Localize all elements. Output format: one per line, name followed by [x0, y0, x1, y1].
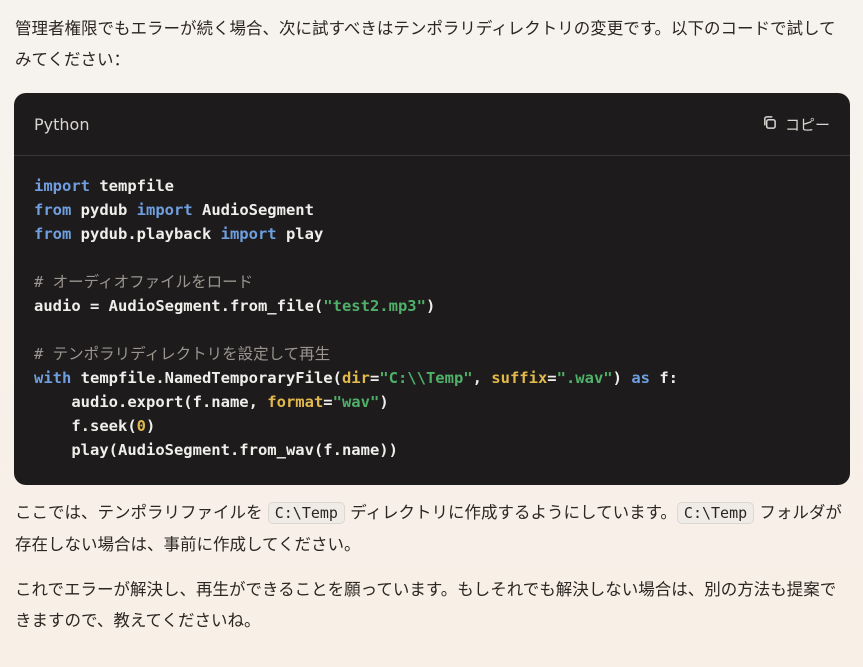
code-token: import — [34, 177, 90, 195]
code-token: tempfile.NamedTemporaryFile( — [71, 369, 342, 387]
code-token: ) — [425, 297, 436, 315]
code-line: # オーディオファイルをロード — [34, 270, 830, 294]
code-token: pydub.playback — [71, 225, 221, 243]
code-token: = — [547, 369, 557, 387]
code-token: "C:\\Temp" — [379, 369, 473, 387]
code-token: import — [220, 225, 277, 243]
code-token: play(AudioSegment.from_wav(f.name)) — [34, 441, 398, 459]
explanation-text: ここでは、テンポラリファイルを — [15, 503, 268, 522]
copy-icon — [762, 115, 777, 134]
code-token: "test2.mp3" — [323, 297, 426, 315]
code-block: Python コピー import tempfile from pydub imp… — [14, 93, 850, 485]
code-token: = — [369, 369, 380, 387]
code-token: # テンポラリディレクトリを設定して再生 — [34, 345, 331, 363]
code-token: 0 — [136, 417, 146, 435]
code-token: , — [472, 369, 492, 387]
code-line: from pydub.playback import play — [34, 222, 830, 246]
code-token: ) — [379, 393, 389, 411]
code-token: as — [631, 369, 650, 387]
inline-code-path: C:\Temp — [676, 502, 755, 524]
code-line: from pydub import AudioSegment — [34, 198, 830, 222]
code-token: # オーディオファイルをロード — [34, 273, 254, 291]
code-token: f: — [649, 369, 678, 387]
code-token: ) — [146, 417, 156, 435]
code-token: play — [276, 225, 324, 243]
code-header: Python コピー — [14, 93, 850, 156]
code-line: # テンポラリディレクトリを設定して再生 — [34, 342, 830, 366]
code-token: f.seek( — [34, 417, 137, 435]
code-line: import tempfile — [34, 174, 830, 198]
code-token: "wav" — [332, 393, 380, 411]
code-token: AudioSegment — [192, 201, 314, 219]
copy-label: コピー — [784, 115, 830, 134]
code-line: play(AudioSegment.from_wav(f.name)) — [34, 438, 830, 462]
chat-message: 管理者権限でもエラーが続く場合、次に試すべきはテンポラリディレクトリの変更です。… — [0, 0, 863, 667]
code-token: from — [34, 201, 72, 219]
code-token: = — [323, 393, 333, 411]
code-line: with tempfile.NamedTemporaryFile(dir="C:… — [34, 366, 830, 390]
code-language-label: Python — [34, 114, 90, 134]
copy-button[interactable]: コピー — [762, 114, 830, 135]
code-token: ".wav" — [556, 369, 613, 387]
code-line: audio = AudioSegment.from_file("test2.mp… — [34, 294, 830, 318]
code-token: with — [34, 369, 72, 387]
code-token: ) — [612, 369, 632, 387]
closing-paragraph: これでエラーが解決し、再生ができることを願っています。もしそれでも解決しない場合… — [15, 580, 837, 630]
code-content: import tempfile from pydub import AudioSe… — [14, 156, 850, 462]
code-token: pydub — [71, 201, 137, 219]
intro-paragraph: 管理者権限でもエラーが続く場合、次に試すべきはテンポラリディレクトリの変更です。… — [15, 19, 836, 69]
code-line: audio.export(f.name, format="wav") — [34, 390, 830, 414]
explanation-text: ディレクトリに作成するようにしています。 — [344, 503, 677, 522]
code-token: tempfile — [90, 177, 174, 195]
code-token: from — [34, 225, 72, 243]
code-line: f.seek(0) — [34, 414, 830, 438]
explanation-paragraph: ここでは、テンポラリファイルを C:\Temp ディレクトリに作成するようにして… — [15, 497, 850, 560]
code-token: suffix — [491, 369, 548, 387]
code-token: audio = AudioSegment.from_file( — [34, 297, 324, 315]
code-token: format — [267, 393, 324, 411]
code-token: audio.export(f.name, — [34, 393, 268, 411]
code-token: import — [136, 201, 193, 219]
inline-code-path: C:\Temp — [267, 502, 345, 524]
code-token: dir — [341, 369, 370, 387]
